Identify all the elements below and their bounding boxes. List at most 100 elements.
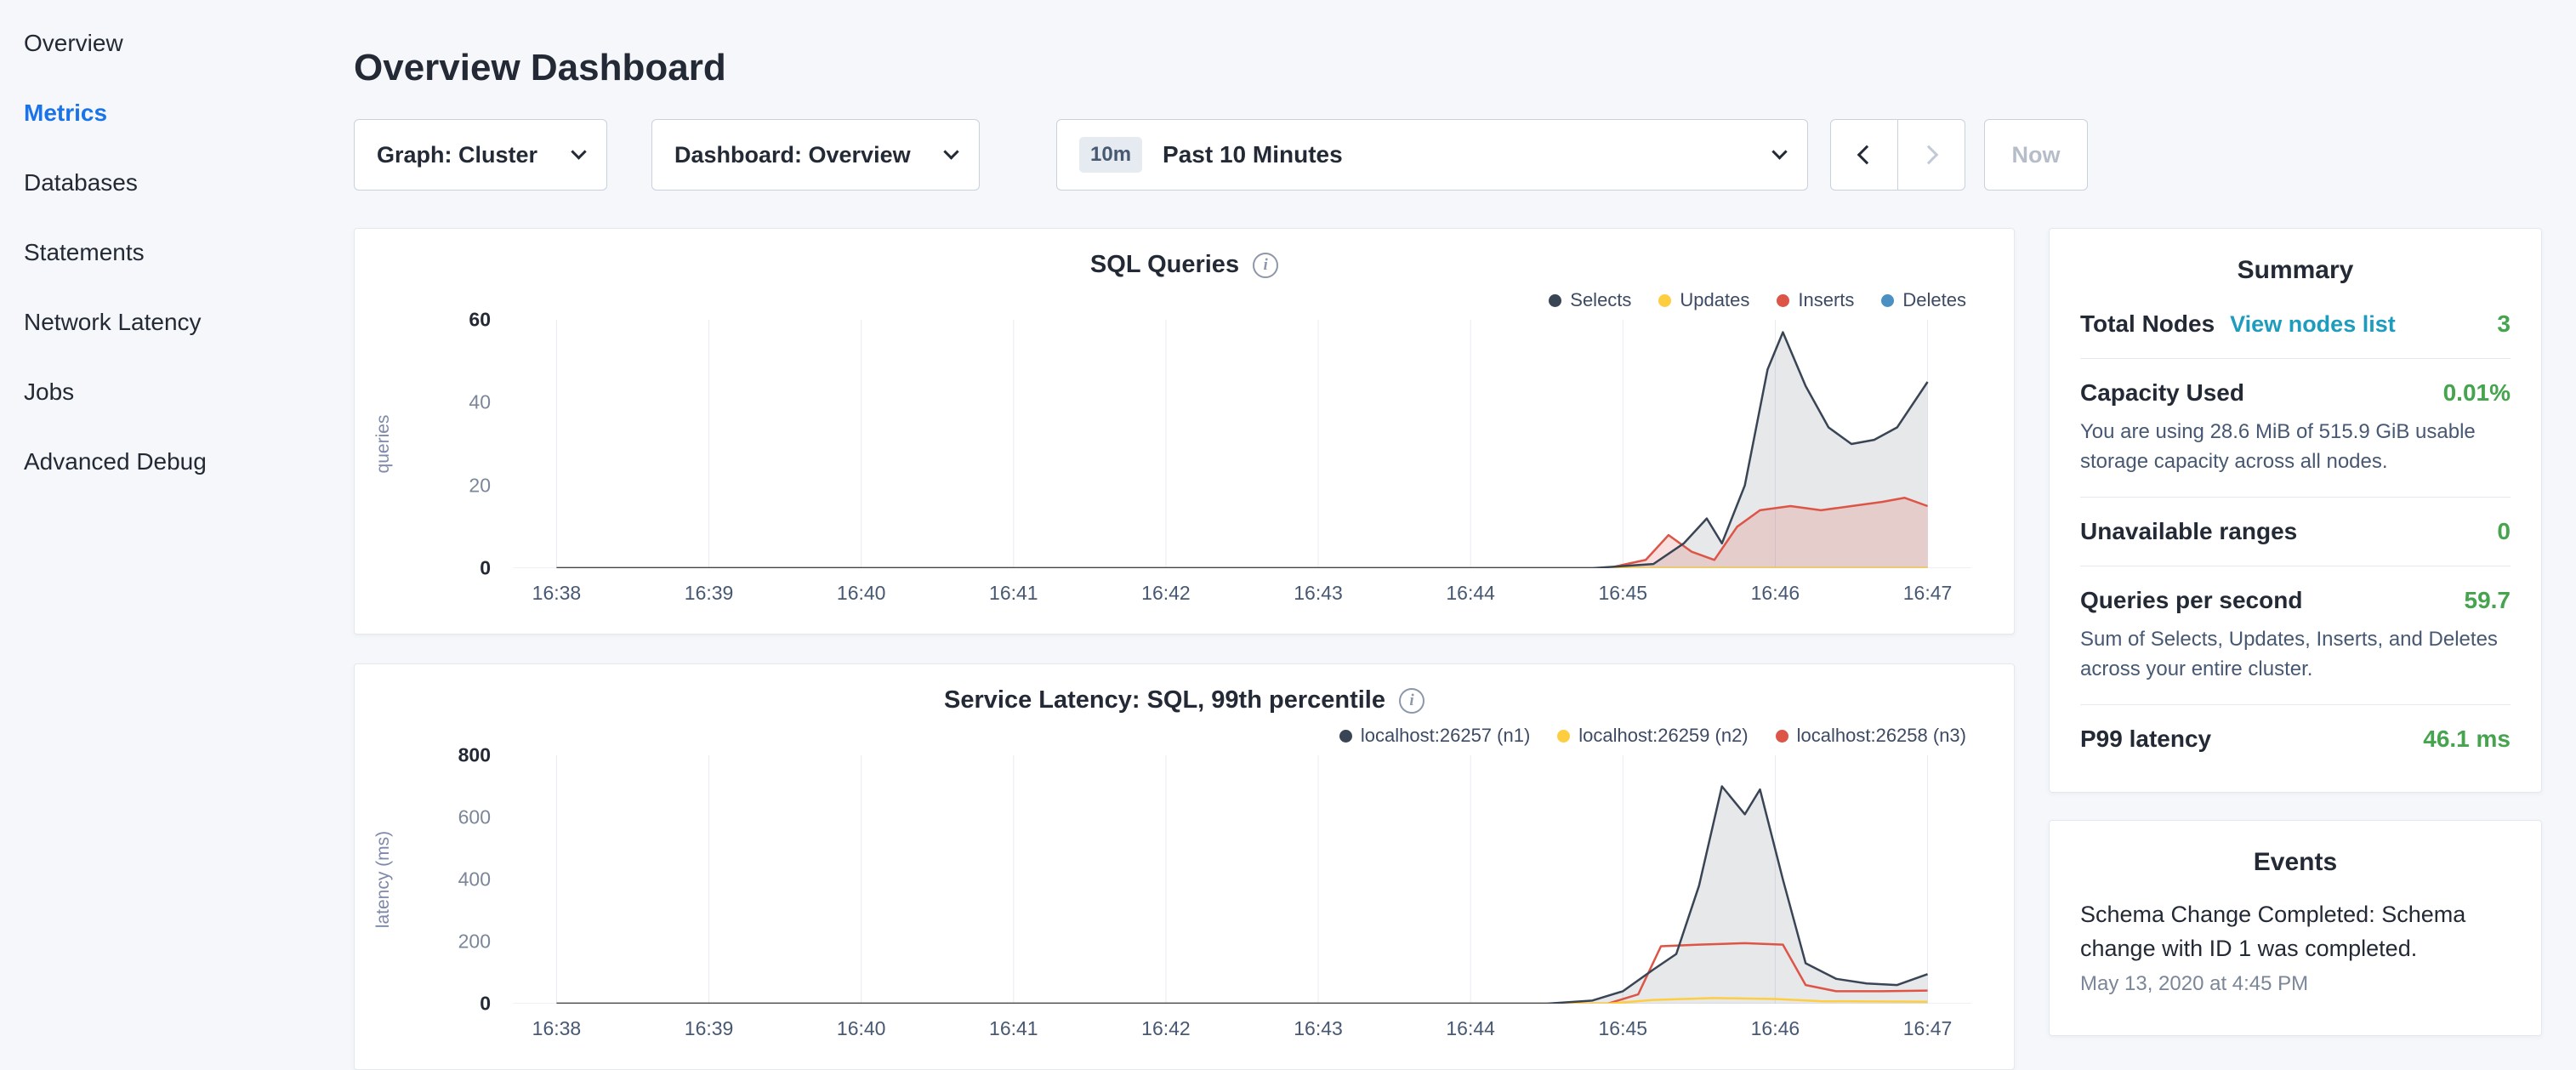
chart-legend: Selects Updates Inserts Deletes bbox=[385, 289, 1966, 311]
y-axis-tick: 800 bbox=[458, 744, 491, 767]
legend-dot bbox=[1777, 294, 1789, 307]
x-axis-tick: 16:41 bbox=[989, 582, 1038, 605]
legend-label: Deletes bbox=[1902, 289, 1966, 311]
info-icon[interactable]: i bbox=[1253, 253, 1278, 278]
qps-description: Sum of Selects, Updates, Inserts, and De… bbox=[2080, 624, 2511, 684]
y-axis-tick: 60 bbox=[469, 309, 491, 332]
sidebar-item-network-latency[interactable]: Network Latency bbox=[24, 310, 354, 335]
chevron-down-icon bbox=[1771, 144, 1787, 159]
legend-item-deletes[interactable]: Deletes bbox=[1881, 289, 1966, 311]
p99-latency-label: P99 latency bbox=[2080, 726, 2211, 753]
legend-item-selects[interactable]: Selects bbox=[1549, 289, 1631, 311]
x-axis-tick: 16:39 bbox=[685, 582, 734, 605]
summary-section-qps: Queries per second 59.7 Sum of Selects, … bbox=[2080, 566, 2511, 705]
total-nodes-label: Total Nodes bbox=[2080, 310, 2215, 338]
x-axis-tick: 16:41 bbox=[989, 1017, 1038, 1040]
legend-item-inserts[interactable]: Inserts bbox=[1777, 289, 1854, 311]
capacity-used-label: Capacity Used bbox=[2080, 379, 2244, 407]
y-axis-label: latency (ms) bbox=[373, 794, 394, 965]
chevron-left-icon bbox=[1857, 145, 1877, 165]
time-back-button[interactable] bbox=[1830, 119, 1898, 191]
legend-label: localhost:26258 (n3) bbox=[1797, 725, 1966, 747]
event-message: Schema Change Completed: Schema change w… bbox=[2080, 897, 2511, 965]
view-nodes-list-link[interactable]: View nodes list bbox=[2230, 311, 2396, 338]
unavailable-ranges-label: Unavailable ranges bbox=[2080, 518, 2297, 545]
chart-title: SQL Queries bbox=[1090, 251, 1239, 279]
sidebar-item-jobs[interactable]: Jobs bbox=[24, 379, 354, 405]
charts-column: SQL Queries i Selects Updates bbox=[354, 228, 2015, 1070]
summary-title: Summary bbox=[2080, 256, 2511, 285]
now-button[interactable]: Now bbox=[1984, 119, 2088, 191]
legend-label: Inserts bbox=[1798, 289, 1854, 311]
dashboard-controls: Graph: Cluster Dashboard: Overview 10m P… bbox=[354, 119, 2542, 191]
x-axis-tick: 16:39 bbox=[685, 1017, 734, 1040]
y-axis-tick: 400 bbox=[458, 868, 491, 891]
y-axis-tick: 20 bbox=[469, 474, 491, 497]
event-timestamp: May 13, 2020 at 4:45 PM bbox=[2080, 972, 2511, 996]
summary-section-p99: P99 latency 46.1 ms bbox=[2080, 705, 2511, 773]
info-icon[interactable]: i bbox=[1399, 688, 1424, 714]
total-nodes-value: 3 bbox=[2497, 310, 2511, 338]
page-title: Overview Dashboard bbox=[354, 46, 2542, 90]
events-panel: Events Schema Change Completed: Schema c… bbox=[2049, 820, 2542, 1036]
chevron-down-icon bbox=[571, 144, 586, 159]
x-axis-tick: 16:47 bbox=[1903, 582, 1953, 605]
legend-item-n1[interactable]: localhost:26257 (n1) bbox=[1339, 725, 1530, 747]
chevron-down-icon bbox=[943, 144, 958, 159]
x-axis-tick: 16:45 bbox=[1599, 582, 1648, 605]
summary-section-unavailable-ranges: Unavailable ranges 0 bbox=[2080, 498, 2511, 566]
legend-label: localhost:26259 (n2) bbox=[1578, 725, 1748, 747]
legend-item-n3[interactable]: localhost:26258 (n3) bbox=[1776, 725, 1966, 747]
chart-canvas[interactable] bbox=[513, 320, 1971, 568]
chart-card-sql-queries: SQL Queries i Selects Updates bbox=[354, 228, 2015, 635]
y-axis-tick: 0 bbox=[480, 993, 491, 1016]
qps-label: Queries per second bbox=[2080, 587, 2302, 614]
sidebar-item-databases[interactable]: Databases bbox=[24, 170, 354, 196]
legend-label: Updates bbox=[1680, 289, 1749, 311]
legend-dot bbox=[1549, 294, 1561, 307]
legend-dot bbox=[1776, 730, 1788, 743]
x-axis-tick: 16:45 bbox=[1599, 1017, 1648, 1040]
sidebar-item-advanced-debug[interactable]: Advanced Debug bbox=[24, 449, 354, 475]
sidebar-nav: Overview Metrics Databases Statements Ne… bbox=[0, 0, 354, 1051]
x-axis-tick: 16:40 bbox=[837, 582, 886, 605]
sidebar-item-statements[interactable]: Statements bbox=[24, 240, 354, 265]
x-axis-tick: 16:47 bbox=[1903, 1017, 1953, 1040]
legend-item-n2[interactable]: localhost:26259 (n2) bbox=[1557, 725, 1748, 747]
dashboard-label: Dashboard: Overview bbox=[674, 142, 911, 168]
chart-card-service-latency: Service Latency: SQL, 99th percentile i … bbox=[354, 663, 2015, 1070]
time-range-dropdown[interactable]: 10m Past 10 Minutes bbox=[1056, 119, 1808, 191]
x-axis-tick: 16:43 bbox=[1294, 1017, 1343, 1040]
event-list-item[interactable]: Schema Change Completed: Schema change w… bbox=[2080, 882, 2511, 1016]
content-row: SQL Queries i Selects Updates bbox=[354, 228, 2542, 1070]
capacity-used-description: You are using 28.6 MiB of 515.9 GiB usab… bbox=[2080, 417, 2511, 476]
legend-item-updates[interactable]: Updates bbox=[1658, 289, 1749, 311]
x-axis-tick: 16:46 bbox=[1751, 1017, 1800, 1040]
time-range-badge: 10m bbox=[1079, 137, 1142, 173]
chart-canvas[interactable] bbox=[513, 755, 1971, 1004]
y-axis-tick: 600 bbox=[458, 806, 491, 829]
chart-legend: localhost:26257 (n1) localhost:26259 (n2… bbox=[385, 725, 1966, 747]
time-forward-button[interactable] bbox=[1897, 119, 1965, 191]
chart-plot-area: latency (ms) 16:3816:3916:4016:4116:4216… bbox=[513, 755, 1971, 1004]
summary-section-capacity: Capacity Used 0.01% You are using 28.6 M… bbox=[2080, 359, 2511, 498]
chart-title: Service Latency: SQL, 99th percentile bbox=[944, 686, 1385, 714]
y-axis-tick: 40 bbox=[469, 391, 491, 414]
dashboard-dropdown[interactable]: Dashboard: Overview bbox=[651, 119, 980, 191]
summary-section-total-nodes: Total Nodes View nodes list 3 bbox=[2080, 290, 2511, 359]
graph-scope-dropdown[interactable]: Graph: Cluster bbox=[354, 119, 607, 191]
x-axis-tick: 16:43 bbox=[1294, 582, 1343, 605]
chart-plot-area: queries 16:3816:3916:4016:4116:4216:4316… bbox=[513, 320, 1971, 568]
x-axis-tick: 16:38 bbox=[532, 582, 582, 605]
sidebar-item-overview[interactable]: Overview bbox=[24, 31, 354, 56]
events-title: Events bbox=[2080, 848, 2511, 877]
sidebar-item-metrics[interactable]: Metrics bbox=[24, 100, 354, 126]
x-axis-tick: 16:42 bbox=[1141, 582, 1191, 605]
legend-dot bbox=[1557, 730, 1570, 743]
p99-latency-value: 46.1 ms bbox=[2423, 726, 2511, 753]
legend-dot bbox=[1881, 294, 1894, 307]
graph-scope-label: Graph: Cluster bbox=[377, 142, 537, 168]
legend-label: Selects bbox=[1570, 289, 1631, 311]
main-content: Overview Dashboard Graph: Cluster Dashbo… bbox=[354, 0, 2576, 1051]
x-axis-tick: 16:40 bbox=[837, 1017, 886, 1040]
